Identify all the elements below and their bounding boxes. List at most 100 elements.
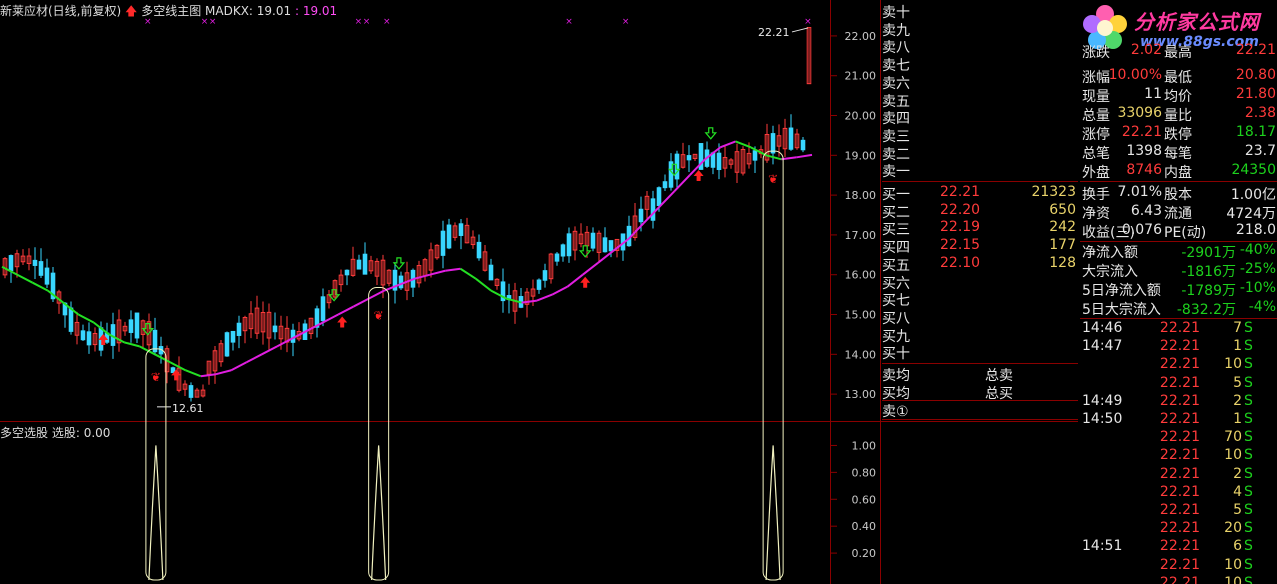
quote-value: 1.00亿	[1230, 187, 1276, 203]
tick-volume: 5	[1233, 502, 1242, 518]
quote-value: 18.17	[1235, 124, 1276, 140]
quote-value: 8746	[1126, 162, 1162, 178]
candle-body	[362, 253, 368, 275]
signal-highlight-box	[368, 286, 390, 581]
flow-label: 净流入额	[1082, 245, 1138, 261]
quote-value: 33096	[1117, 105, 1162, 121]
madkx-line-segment	[337, 305, 354, 316]
y-tick-label: 19.00	[845, 149, 877, 162]
top-marker: ×	[622, 17, 630, 27]
tick-time: 14:50	[1082, 411, 1123, 427]
tick-side: S	[1244, 538, 1253, 555]
top-marker: ×	[565, 17, 573, 27]
buy-level-volume: 650	[1049, 201, 1076, 218]
tick-side: S	[1244, 411, 1253, 427]
candle-body	[128, 319, 134, 333]
tick-volume: 2	[1233, 392, 1242, 409]
candle-body	[800, 139, 806, 151]
tick-volume: 6	[1233, 538, 1242, 555]
tick-side: S	[1244, 574, 1253, 584]
buy-level-volume: 128	[1049, 254, 1076, 271]
tick-time: 14:46	[1082, 320, 1123, 336]
tick-volume: 2	[1233, 465, 1242, 482]
quote-value: 10.00%	[1108, 67, 1162, 83]
sell-level-label: 卖一	[882, 164, 910, 181]
quote-value: 4724万	[1226, 206, 1276, 222]
candle-body	[770, 133, 776, 154]
flow-value: -1789万	[1181, 283, 1236, 299]
up-arrow-icon	[693, 169, 704, 181]
candle-body	[542, 270, 548, 281]
flow-percent: -10%	[1239, 280, 1276, 296]
candle-body	[560, 244, 566, 257]
tick-side: S	[1244, 483, 1253, 500]
sub-indicator-name: 多空选股	[0, 426, 49, 440]
candle-body	[290, 329, 296, 343]
madkx-line-segment	[429, 269, 446, 276]
madkx-line-segment	[154, 353, 171, 364]
madkx-line-segment	[719, 140, 736, 149]
tick-side: S	[1244, 338, 1253, 355]
tick-price: 22.21	[1159, 447, 1200, 464]
up-arrow-icon	[580, 276, 591, 288]
candle-body	[446, 224, 452, 249]
quote-value: 22.21	[1121, 124, 1162, 140]
buy-level-volume: 242	[1049, 219, 1076, 236]
tick-volume: 10	[1224, 356, 1242, 373]
order-book-divider	[882, 181, 1078, 182]
tick-volume: 5	[1233, 374, 1242, 391]
madkx-line-segment	[230, 361, 247, 372]
madkx-line-segment	[200, 373, 217, 378]
tick-volume: 70	[1224, 429, 1242, 446]
order-book-divider	[882, 363, 1078, 364]
candle-body	[650, 198, 656, 221]
buy-level-price: 22.20	[940, 201, 981, 218]
y-tick-label: 14.00	[845, 348, 877, 361]
flow-percent: -4%	[1248, 299, 1276, 315]
candle-body	[752, 150, 758, 161]
sub-y-tick-label: 0.80	[852, 466, 877, 479]
flow-percent: -40%	[1239, 242, 1276, 258]
order-book: 卖十 卖九 卖八 卖七 卖六 卖五 卖四 卖三 卖二 卖一 买一 22.21 21323 买二 22.20 6…	[882, 0, 1078, 584]
y-tick-label: 20.00	[845, 110, 877, 123]
tick-side: S	[1244, 465, 1253, 482]
tick-price: 22.21	[1159, 429, 1200, 446]
tick-price: 22.21	[1159, 320, 1200, 336]
madkx-line-segment	[459, 267, 477, 280]
quote-value: 20.80	[1235, 67, 1276, 83]
sell-one-label: 卖①	[882, 404, 909, 420]
tick-side: S	[1244, 556, 1253, 573]
candle-body	[356, 259, 362, 270]
flow-value: -2901万	[1181, 245, 1236, 261]
candle-body	[320, 296, 326, 322]
candle-body	[602, 237, 608, 253]
tick-volume: 7	[1233, 320, 1242, 336]
tick-time: 14:49	[1082, 392, 1123, 409]
tick-price: 22.21	[1159, 411, 1200, 427]
madkx-line-segment	[246, 353, 263, 364]
madkx-line-segment	[566, 273, 584, 288]
candle-body	[38, 261, 44, 276]
y-tick-label: 16.00	[845, 269, 877, 282]
y-tick-label: 18.00	[845, 189, 877, 202]
sub-chart-header: 多空选股 选股: 0.00	[0, 424, 110, 441]
tick-price: 22.21	[1159, 520, 1200, 537]
tick-side: S	[1244, 447, 1253, 464]
tick-side: S	[1244, 502, 1253, 518]
sub-y-tick-label: 0.40	[852, 520, 877, 533]
buy-level-label: 买十	[882, 346, 910, 363]
top-marker: ×	[355, 17, 363, 27]
candle-body	[188, 385, 194, 398]
down-arrow-icon	[578, 245, 592, 258]
top-marker: ×	[804, 17, 812, 27]
quote-value: 2.38	[1244, 105, 1276, 121]
quote-value: 24350	[1231, 162, 1276, 178]
tick-side: S	[1244, 356, 1253, 373]
candle-body	[476, 241, 482, 259]
madkx-line-segment	[445, 267, 461, 272]
y-tick-label: 22.00	[845, 30, 877, 43]
buy-level-price: 22.15	[940, 237, 981, 254]
tick-price: 22.21	[1159, 556, 1200, 573]
logo-title: 分析家公式网	[1134, 10, 1260, 34]
tick-time: 14:47	[1082, 338, 1123, 355]
